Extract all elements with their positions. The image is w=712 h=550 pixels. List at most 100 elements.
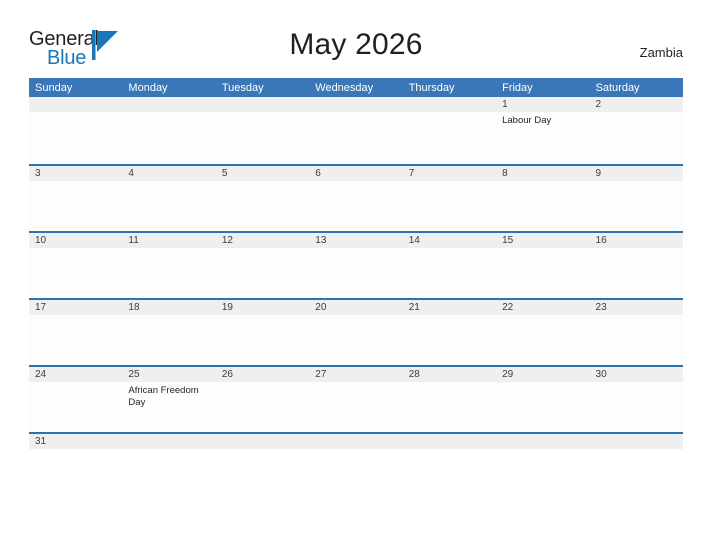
day-body <box>496 248 589 251</box>
day-number: 5 <box>221 168 228 179</box>
day-number-band <box>122 434 216 449</box>
calendar-day-cell[interactable]: 13 <box>309 233 403 298</box>
calendar-day-cell[interactable]: 12 <box>215 233 310 298</box>
day-number-band: 26 <box>215 367 310 382</box>
day-body <box>29 382 122 385</box>
day-number: 1 <box>502 99 508 110</box>
day-number-band: 16 <box>589 233 683 248</box>
day-body <box>403 382 496 385</box>
day-body <box>403 112 496 115</box>
calendar-page: General Blue May 2026 Zambia Sunday Mond… <box>0 0 712 550</box>
calendar-day-cell[interactable]: 29 <box>496 367 590 432</box>
calendar-day-cell[interactable]: 7 <box>402 166 497 231</box>
day-number: 20 <box>315 302 327 313</box>
day-body <box>496 181 589 184</box>
calendar-day-cell[interactable] <box>29 97 123 164</box>
calendar-day-cell[interactable]: 16 <box>589 233 683 298</box>
calendar-day-cell[interactable] <box>122 97 216 164</box>
calendar-day-cell[interactable]: 4 <box>122 166 216 231</box>
calendar-day-cell[interactable]: 2 <box>589 97 683 164</box>
day-number-band: 1 <box>496 97 590 112</box>
day-number-band <box>402 97 497 112</box>
calendar-day-cell[interactable]: 20 <box>309 300 403 365</box>
calendar-day-cell[interactable] <box>122 434 216 449</box>
calendar-day-cell[interactable]: 18 <box>122 300 216 365</box>
day-number <box>122 97 215 99</box>
day-body <box>590 112 683 115</box>
day-number: 25 <box>128 369 140 380</box>
day-number: 30 <box>595 369 607 380</box>
day-number-band: 11 <box>122 233 216 248</box>
calendar-day-cell[interactable] <box>309 97 403 164</box>
calendar-day-cell[interactable]: 8 <box>496 166 590 231</box>
day-body: Labour Day <box>496 112 589 127</box>
day-number <box>309 97 402 99</box>
calendar-day-cell[interactable]: 22 <box>496 300 590 365</box>
calendar-day-cell[interactable]: 23 <box>589 300 683 365</box>
day-body <box>496 382 589 385</box>
day-number-band: 21 <box>402 300 497 315</box>
day-number-band <box>215 434 310 449</box>
day-number: 9 <box>595 168 602 179</box>
day-number: 31 <box>35 436 47 447</box>
calendar-day-cell[interactable] <box>215 97 310 164</box>
calendar-day-cell[interactable]: 14 <box>402 233 497 298</box>
day-number: 16 <box>595 235 607 246</box>
day-number <box>216 97 309 99</box>
country-label: Zambia <box>639 45 683 60</box>
day-number: 18 <box>128 302 140 313</box>
day-number: 26 <box>221 369 233 380</box>
calendar-day-cell[interactable]: 21 <box>402 300 497 365</box>
calendar-day-cell[interactable]: 10 <box>29 233 123 298</box>
day-number-band: 27 <box>309 367 403 382</box>
calendar-day-cell[interactable]: 15 <box>496 233 590 298</box>
calendar-day-cell[interactable]: 9 <box>589 166 683 231</box>
calendar-grid: Sunday Monday Tuesday Wednesday Thursday… <box>29 78 683 449</box>
calendar-week-row: 10 11 12 13 14 15 16 <box>29 231 683 298</box>
calendar-day-cell[interactable] <box>589 434 683 449</box>
calendar-day-cell[interactable]: 28 <box>402 367 497 432</box>
day-number: 6 <box>315 168 321 179</box>
day-body <box>309 248 402 251</box>
day-number <box>590 434 683 436</box>
calendar-day-cell[interactable] <box>215 434 310 449</box>
calendar-day-cell[interactable]: 19 <box>215 300 310 365</box>
day-body <box>29 315 122 318</box>
calendar-day-cell[interactable]: 11 <box>122 233 216 298</box>
calendar-day-cell[interactable]: 5 <box>215 166 310 231</box>
day-number-band: 2 <box>589 97 683 112</box>
day-number-band: 7 <box>402 166 497 181</box>
calendar-day-cell[interactable]: 17 <box>29 300 123 365</box>
calendar-day-cell[interactable]: 6 <box>309 166 403 231</box>
calendar-day-cell[interactable] <box>496 434 590 449</box>
calendar-day-cell[interactable]: 30 <box>589 367 683 432</box>
day-number <box>496 434 589 436</box>
calendar-day-cell[interactable]: 3 <box>29 166 123 231</box>
calendar-day-cell[interactable]: 26 <box>215 367 310 432</box>
day-number: 24 <box>35 369 47 380</box>
day-body <box>590 382 683 385</box>
day-number: 12 <box>221 235 233 246</box>
day-body <box>216 112 309 115</box>
calendar-day-cell[interactable] <box>402 434 497 449</box>
day-body <box>216 181 309 184</box>
weekday-header-thursday: Thursday <box>408 82 455 94</box>
day-body <box>403 181 496 184</box>
day-number: 3 <box>35 168 41 179</box>
day-body <box>122 181 215 184</box>
day-number: 4 <box>128 168 134 179</box>
calendar-day-cell[interactable]: 27 <box>309 367 403 432</box>
day-number-band: 22 <box>496 300 590 315</box>
calendar-day-cell[interactable]: 31 <box>29 434 123 449</box>
calendar-day-cell[interactable] <box>402 97 497 164</box>
calendar-day-cell[interactable]: 1 Labour Day <box>496 97 590 164</box>
day-number: 13 <box>315 235 327 246</box>
day-body <box>216 382 309 385</box>
calendar-day-cell[interactable] <box>309 434 403 449</box>
calendar-day-cell[interactable]: 25 African Freedom Day <box>122 367 216 432</box>
day-number-band <box>29 97 123 112</box>
day-number-band: 31 <box>29 434 123 449</box>
day-number-band: 17 <box>29 300 123 315</box>
calendar-day-cell[interactable]: 24 <box>29 367 123 432</box>
day-number-band: 8 <box>496 166 590 181</box>
